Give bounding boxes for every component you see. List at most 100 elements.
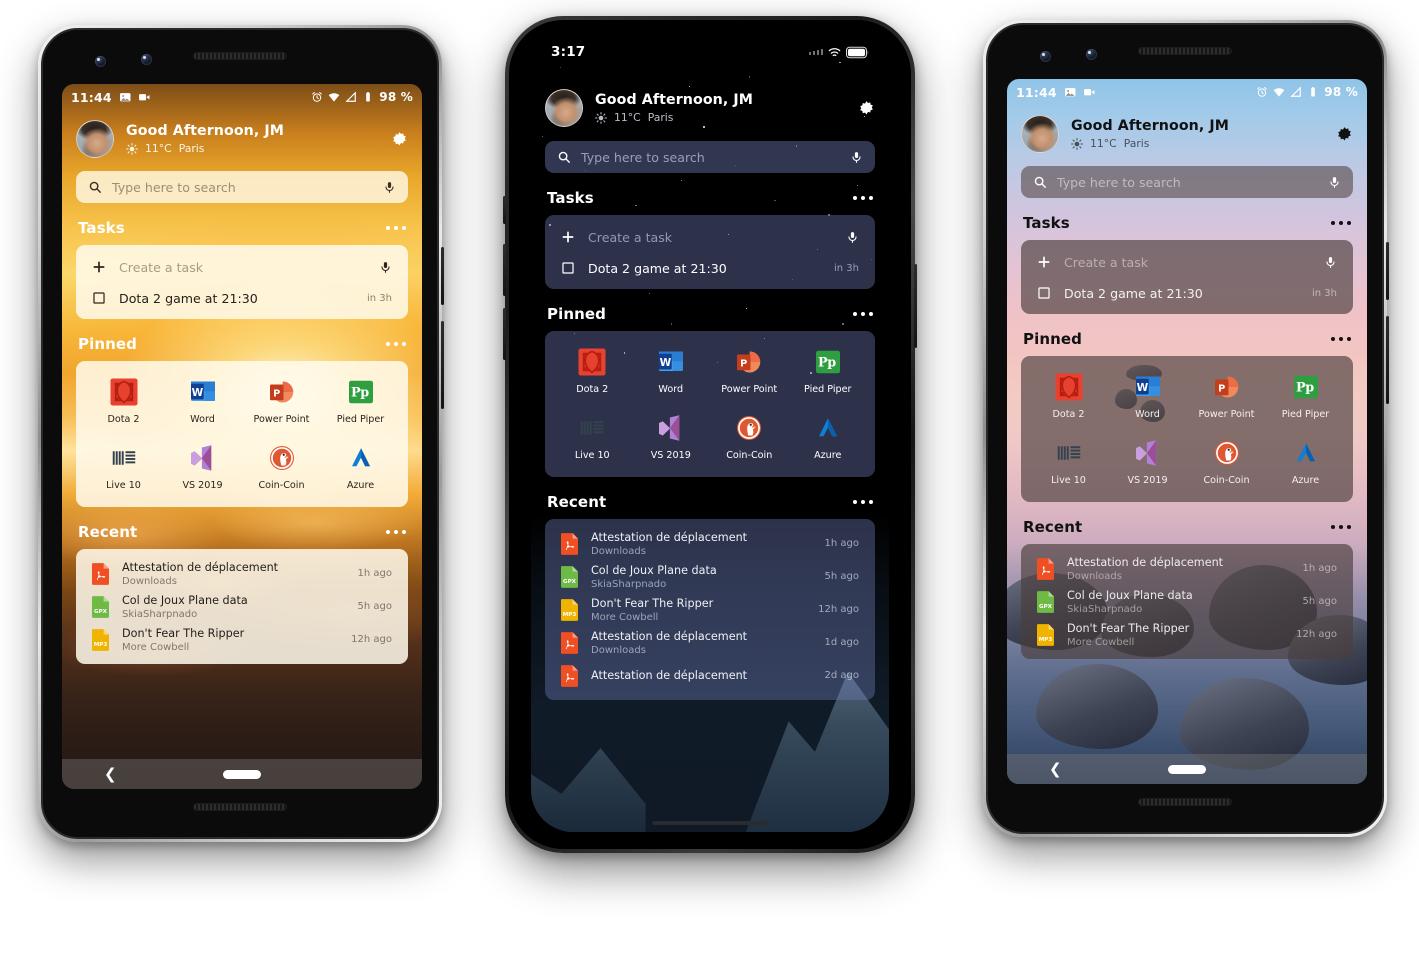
search-input[interactable]: Type here to search: [545, 141, 875, 173]
side-button[interactable]: [1386, 316, 1389, 404]
pinned-app[interactable]: P Power Point: [710, 347, 789, 395]
side-button[interactable]: [503, 308, 506, 360]
recent-file-row[interactable]: Attestation de déplacement Downloads 1h …: [76, 557, 408, 590]
more-icon[interactable]: [852, 195, 873, 201]
microphone-icon[interactable]: [1324, 256, 1337, 269]
recent-file-folder: SkiaSharpnado: [1067, 603, 1143, 615]
plus-icon[interactable]: [1037, 255, 1051, 269]
recent-file-row[interactable]: GPX Col de Joux Plane data SkiaSharpnado…: [1021, 585, 1353, 618]
gear-icon[interactable]: [391, 131, 408, 148]
plus-icon[interactable]: [561, 230, 575, 244]
task-item[interactable]: Dota 2 game at 21:30 in 3h: [1021, 278, 1353, 308]
side-button[interactable]: [503, 244, 506, 296]
home-content[interactable]: Good Afternoon, JM 11°C Paris Type here …: [1007, 79, 1367, 784]
side-button[interactable]: [441, 247, 444, 305]
microphone-icon[interactable]: [850, 151, 863, 164]
checkbox-unchecked-icon[interactable]: [561, 261, 575, 275]
home-pill-icon[interactable]: [1168, 764, 1206, 774]
microphone-icon[interactable]: [1328, 176, 1341, 189]
microphone-icon[interactable]: [846, 231, 859, 244]
pinned-app[interactable]: Live 10: [553, 413, 632, 461]
recent-file-row[interactable]: Attestation de déplacement Downloads 1h …: [1021, 552, 1353, 585]
create-task-row[interactable]: Create a task: [1021, 246, 1353, 278]
pinned-app[interactable]: VS 2019: [163, 443, 242, 491]
device-screen[interactable]: 11:44 98 % Good Afternoon, JM 11°C Paris: [1007, 79, 1367, 784]
microphone-icon[interactable]: [379, 261, 392, 274]
svg-text:W: W: [659, 357, 671, 369]
recent-file-row[interactable]: MP3 Don't Fear The Ripper More Cowbell 1…: [76, 623, 408, 656]
task-item[interactable]: Dota 2 game at 21:30 in 3h: [76, 283, 408, 313]
pinned-app[interactable]: VS 2019: [632, 413, 711, 461]
home-indicator[interactable]: [652, 820, 768, 825]
create-task-row[interactable]: Create a task: [545, 221, 875, 253]
more-icon[interactable]: [852, 311, 873, 317]
home-content[interactable]: Good Afternoon, JM 11°C Paris Type here …: [531, 37, 889, 832]
avatar[interactable]: [545, 89, 583, 127]
avatar[interactable]: [1021, 115, 1059, 153]
home-content[interactable]: Good Afternoon, JM 11°C Paris Type here …: [62, 84, 422, 789]
more-icon[interactable]: [385, 529, 406, 535]
pinned-app[interactable]: Azure: [1266, 438, 1345, 486]
pinned-app-label: Power Point: [253, 414, 310, 425]
more-icon[interactable]: [1330, 524, 1351, 530]
search-input[interactable]: Type here to search: [1021, 166, 1353, 198]
checkbox-unchecked-icon[interactable]: [1037, 286, 1051, 300]
search-input[interactable]: Type here to search: [76, 171, 408, 203]
ableton-icon: [577, 413, 607, 443]
gear-icon[interactable]: [1336, 126, 1353, 143]
create-task-row[interactable]: Create a task: [76, 251, 408, 283]
recent-file-row[interactable]: MP3 Don't Fear The Ripper More Cowbell 1…: [1021, 618, 1353, 651]
pinned-app[interactable]: Pp Pied Piper: [789, 347, 868, 395]
pinned-app[interactable]: P Power Point: [242, 377, 321, 425]
svg-text:W: W: [191, 387, 203, 399]
device-screen[interactable]: 3:17 Good Afternoon, JM 11°C Paris Type …: [531, 37, 889, 832]
recent-file-name: Col de Joux Plane data: [591, 563, 717, 577]
plus-icon[interactable]: [92, 260, 106, 274]
pinned-app[interactable]: Coin-Coin: [710, 413, 789, 461]
svg-text:P: P: [1218, 384, 1225, 395]
task-time: in 3h: [367, 292, 392, 304]
recent-file-row[interactable]: GPX Col de Joux Plane data SkiaSharpnado…: [545, 560, 875, 593]
checkbox-unchecked-icon[interactable]: [92, 291, 106, 305]
pinned-app[interactable]: Live 10: [1029, 438, 1108, 486]
pinned-app[interactable]: Dota 2: [84, 377, 163, 425]
side-button[interactable]: [914, 264, 917, 348]
pinned-app[interactable]: Dota 2: [1029, 372, 1108, 420]
home-pill-icon[interactable]: [223, 769, 261, 779]
more-icon[interactable]: [852, 499, 873, 505]
more-icon[interactable]: [385, 225, 406, 231]
recent-file-row[interactable]: Attestation de déplacement 2d ago: [545, 659, 875, 692]
back-chevron-icon[interactable]: ❮: [1049, 761, 1062, 777]
microphone-icon[interactable]: [383, 181, 396, 194]
device-screen[interactable]: 11:44 98 % Good Afternoon, JM 11°C Paris: [62, 84, 422, 789]
more-icon[interactable]: [1330, 336, 1351, 342]
pinned-app[interactable]: Coin-Coin: [242, 443, 321, 491]
recent-file-row[interactable]: GPX Col de Joux Plane data SkiaSharpnado…: [76, 590, 408, 623]
more-icon[interactable]: [1330, 220, 1351, 226]
pinned-app[interactable]: P Power Point: [1187, 372, 1266, 420]
pinned-app[interactable]: W Word: [1108, 372, 1187, 420]
pinned-app[interactable]: Azure: [321, 443, 400, 491]
pinned-app[interactable]: VS 2019: [1108, 438, 1187, 486]
gear-icon[interactable]: [858, 100, 875, 117]
pinned-app[interactable]: Pp Pied Piper: [1266, 372, 1345, 420]
pinned-app[interactable]: W Word: [163, 377, 242, 425]
pinned-app[interactable]: Coin-Coin: [1187, 438, 1266, 486]
pinned-app[interactable]: Dota 2: [553, 347, 632, 395]
pinned-app[interactable]: Azure: [789, 413, 868, 461]
back-chevron-icon[interactable]: ❮: [104, 766, 117, 782]
more-icon[interactable]: [385, 341, 406, 347]
dota2-icon: [1054, 372, 1084, 402]
side-button[interactable]: [441, 321, 444, 409]
recent-file-row[interactable]: Attestation de déplacement Downloads 1h …: [545, 527, 875, 560]
pinned-app[interactable]: Live 10: [84, 443, 163, 491]
side-button[interactable]: [1386, 242, 1389, 300]
task-item[interactable]: Dota 2 game at 21:30 in 3h: [545, 253, 875, 283]
avatar[interactable]: [76, 120, 114, 158]
side-button[interactable]: [503, 196, 506, 224]
recent-file-age: 2d ago: [824, 670, 859, 681]
recent-file-row[interactable]: MP3 Don't Fear The Ripper More Cowbell 1…: [545, 593, 875, 626]
pinned-app[interactable]: W Word: [632, 347, 711, 395]
pinned-app[interactable]: Pp Pied Piper: [321, 377, 400, 425]
recent-file-row[interactable]: Attestation de déplacement Downloads 1d …: [545, 626, 875, 659]
